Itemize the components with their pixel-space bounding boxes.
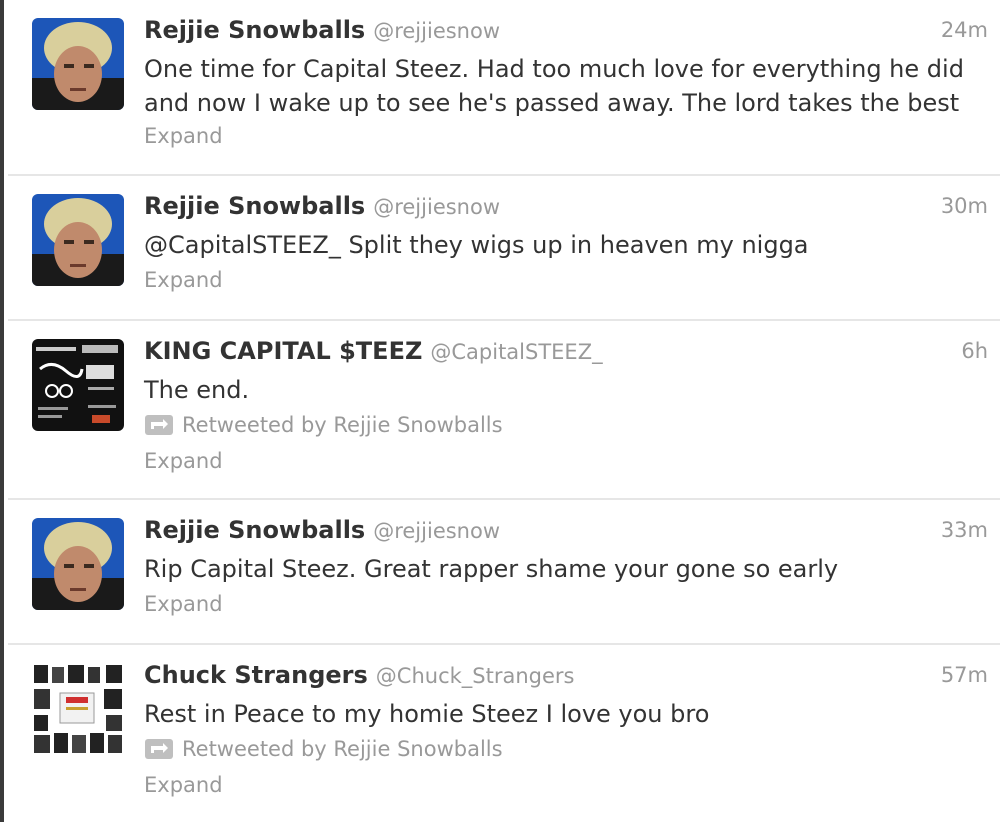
- tweet-item[interactable]: Rejjie Snowballs @rejjiesnow 24m One time…: [8, 0, 1000, 176]
- author-fullname[interactable]: KING CAPITAL $TEEZ: [144, 337, 422, 365]
- tweet-timeline: Rejjie Snowballs @rejjiesnow 24m One time…: [0, 0, 1000, 822]
- tweet-text: One time for Capital Steez. Had too much…: [144, 52, 984, 120]
- tweet-timestamp[interactable]: 33m: [941, 518, 988, 542]
- tweet-text: Rip Capital Steez. Great rapper shame yo…: [144, 555, 839, 583]
- expand-link[interactable]: Expand: [144, 449, 223, 473]
- tweet-header: KING CAPITAL $TEEZ @CapitalSTEEZ_ 6h: [144, 337, 988, 369]
- tweet-item[interactable]: Chuck Strangers @Chuck_Strangers 57m Rest…: [8, 645, 1000, 822]
- retweeted-by-label: Retweeted by Rejjie Snowballs: [182, 413, 503, 437]
- tweet-item[interactable]: KING CAPITAL $TEEZ @CapitalSTEEZ_ 6h The …: [8, 321, 1000, 500]
- expand-link[interactable]: Expand: [144, 268, 223, 292]
- tweet-header: Rejjie Snowballs @rejjiesnow 30m: [144, 192, 988, 224]
- tweet-text: @CapitalSTEEZ_ Split they wigs up in hea…: [144, 231, 809, 259]
- tweet-header: Rejjie Snowballs @rejjiesnow 24m: [144, 16, 988, 48]
- author-fullname[interactable]: Chuck Strangers: [144, 661, 368, 689]
- expand-link[interactable]: Expand: [144, 124, 223, 148]
- tweet-timestamp[interactable]: 30m: [941, 194, 988, 218]
- author-fullname[interactable]: Rejjie Snowballs: [144, 16, 365, 44]
- collage-avatar-icon[interactable]: [32, 663, 124, 755]
- rejjie-avatar-icon[interactable]: [32, 18, 124, 110]
- tweet-header: Chuck Strangers @Chuck_Strangers 57m: [144, 661, 988, 693]
- author-fullname[interactable]: Rejjie Snowballs: [144, 192, 365, 220]
- rejjie-avatar-icon[interactable]: [32, 518, 124, 610]
- author-username[interactable]: @rejjiesnow: [373, 19, 500, 43]
- author-username[interactable]: @CapitalSTEEZ_: [430, 340, 602, 364]
- author-username[interactable]: @rejjiesnow: [373, 195, 500, 219]
- expand-link[interactable]: Expand: [144, 592, 223, 616]
- retweet-icon: [144, 414, 174, 441]
- flyer-avatar-icon[interactable]: [32, 339, 124, 431]
- tweet-text: Rest in Peace to my homie Steez I love y…: [144, 700, 710, 728]
- retweet-context[interactable]: Retweeted by Rejjie Snowballs: [144, 413, 503, 441]
- expand-link[interactable]: Expand: [144, 773, 223, 797]
- author-username[interactable]: @rejjiesnow: [373, 519, 500, 543]
- tweet-timestamp[interactable]: 24m: [941, 18, 988, 42]
- tweet-text-line: and now I wake up to see he's passed awa…: [144, 89, 960, 117]
- tweet-item[interactable]: Rejjie Snowballs @rejjiesnow 30m @Capital…: [8, 176, 1000, 321]
- tweet-timestamp[interactable]: 57m: [941, 663, 988, 687]
- tweet-text-line: One time for Capital Steez. Had too much…: [144, 55, 964, 83]
- tweet-timestamp[interactable]: 6h: [961, 339, 988, 363]
- tweet-text: The end.: [144, 376, 250, 404]
- retweeted-by-label: Retweeted by Rejjie Snowballs: [182, 737, 503, 761]
- retweet-icon: [144, 738, 174, 765]
- tweet-item[interactable]: Rejjie Snowballs @rejjiesnow 33m Rip Capi…: [8, 500, 1000, 645]
- retweet-context[interactable]: Retweeted by Rejjie Snowballs: [144, 737, 503, 765]
- author-username[interactable]: @Chuck_Strangers: [376, 664, 575, 688]
- author-fullname[interactable]: Rejjie Snowballs: [144, 516, 365, 544]
- rejjie-avatar-icon[interactable]: [32, 194, 124, 286]
- tweet-header: Rejjie Snowballs @rejjiesnow 33m: [144, 516, 988, 548]
